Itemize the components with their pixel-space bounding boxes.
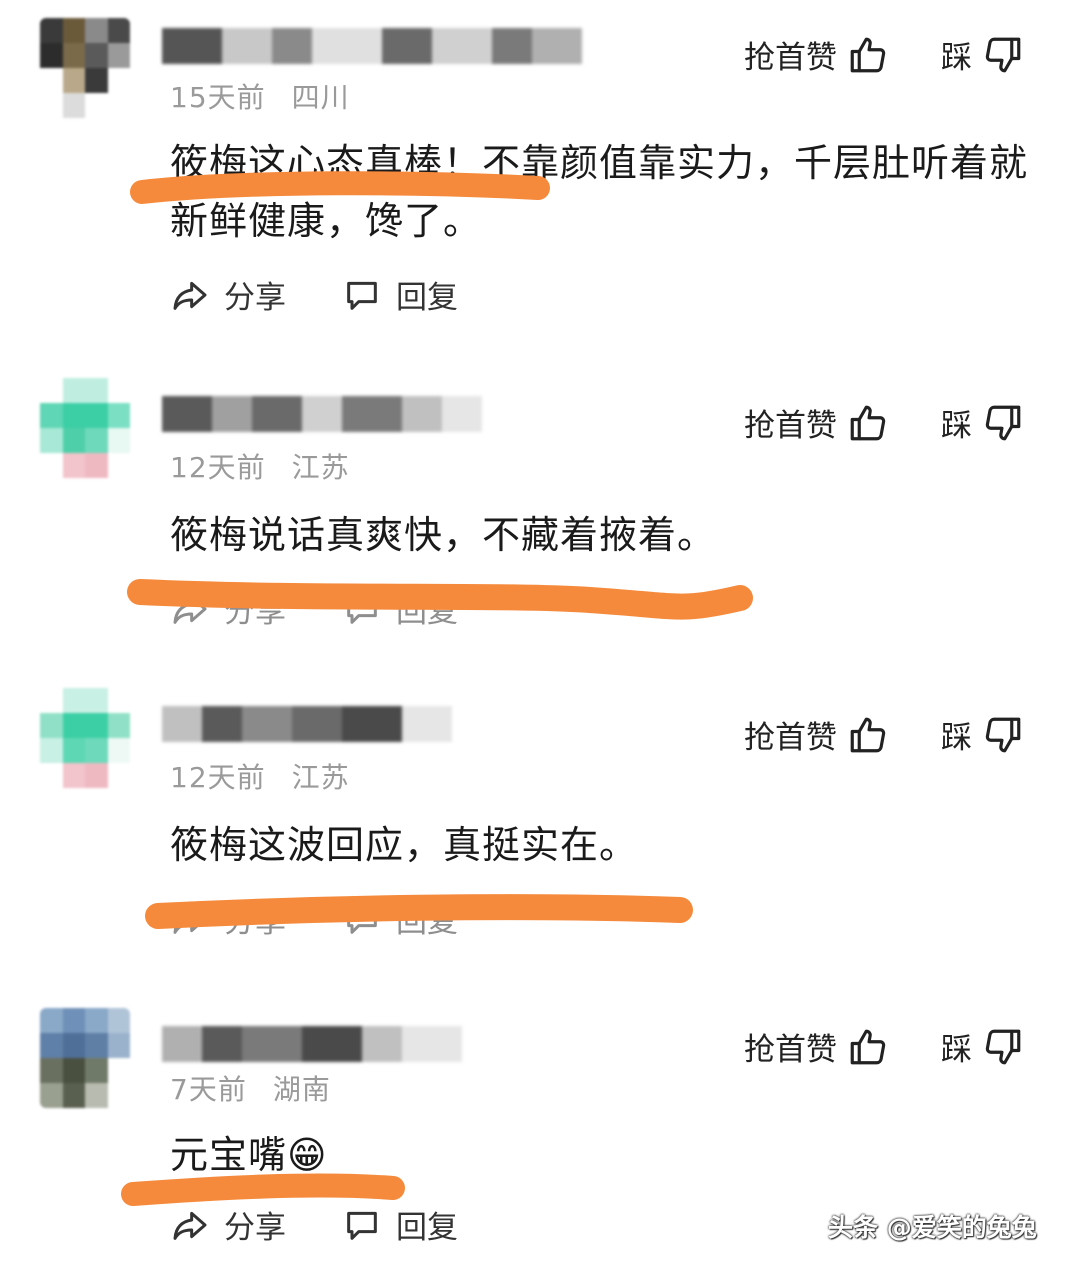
thumbs-down-icon[interactable]: [982, 34, 1024, 76]
share-arrow-icon[interactable]: [170, 1205, 210, 1245]
speech-bubble-icon[interactable]: [342, 1205, 382, 1245]
share-button[interactable]: 分享: [224, 1202, 286, 1247]
comment-text: 元宝嘴😁: [170, 1133, 328, 1177]
comment-location: 江苏: [291, 761, 350, 794]
share-button[interactable]: 分享: [224, 272, 286, 317]
comment-item: 12天前 江苏 抢首赞 踩 筱梅这波回应，真挺实在。 分享 回复: [0, 670, 1080, 970]
comment-text: 筱梅这心态真棒！不靠颜值靠实力，千层肚听着就新鲜健康，馋了。: [170, 141, 1029, 243]
comment-time: 7天前: [170, 1073, 247, 1106]
share-arrow-icon[interactable]: [170, 589, 210, 629]
comment-time: 12天前: [170, 451, 266, 484]
avatar[interactable]: [40, 1008, 130, 1108]
like-button[interactable]: 抢首赞: [744, 32, 837, 77]
reply-button[interactable]: 回复: [396, 1202, 458, 1247]
share-arrow-icon[interactable]: [170, 899, 210, 939]
watermark: 头条 @爱笑的兔兔: [828, 1213, 1037, 1242]
thumbs-down-icon[interactable]: [982, 402, 1024, 444]
comment-meta: 7天前 湖南: [170, 1068, 331, 1108]
thumbs-down-icon[interactable]: [982, 714, 1024, 756]
comment-reactions: 抢首赞 踩: [744, 1024, 1024, 1069]
thumbs-up-icon[interactable]: [847, 1026, 889, 1068]
share-arrow-icon[interactable]: [170, 275, 210, 315]
comment-meta: 12天前 江苏: [170, 446, 350, 486]
username-blurred[interactable]: [162, 1026, 462, 1062]
thumbs-up-icon[interactable]: [847, 402, 889, 444]
speech-bubble-icon[interactable]: [342, 589, 382, 629]
avatar[interactable]: [40, 18, 130, 118]
comment-meta: 12天前 江苏: [170, 756, 350, 796]
comment-meta: 15天前 四川: [170, 76, 350, 116]
comment-actions: 分享 回复: [170, 272, 458, 317]
comment-reactions: 抢首赞 踩: [744, 712, 1024, 757]
like-button[interactable]: 抢首赞: [744, 400, 837, 445]
avatar[interactable]: [40, 688, 130, 788]
dislike-button[interactable]: 踩: [941, 1024, 972, 1069]
share-button[interactable]: 分享: [224, 586, 286, 631]
thumbs-up-icon[interactable]: [847, 34, 889, 76]
share-button[interactable]: 分享: [224, 896, 286, 941]
speech-bubble-icon[interactable]: [342, 899, 382, 939]
username-blurred[interactable]: [162, 396, 482, 432]
dislike-button[interactable]: 踩: [941, 400, 972, 445]
comment-item: 12天前 江苏 抢首赞 踩 筱梅说话真爽快，不藏着掖着。 分享 回复: [0, 360, 1080, 660]
comment-time: 12天前: [170, 761, 266, 794]
avatar[interactable]: [40, 378, 130, 478]
comment-location: 湖南: [272, 1073, 331, 1106]
dislike-button[interactable]: 踩: [941, 32, 972, 77]
comment-actions: 分享 回复: [170, 1202, 458, 1247]
thumbs-up-icon[interactable]: [847, 714, 889, 756]
like-button[interactable]: 抢首赞: [744, 1024, 837, 1069]
reply-button[interactable]: 回复: [396, 272, 458, 317]
comment-text: 筱梅说话真爽快，不藏着掖着。: [170, 513, 717, 557]
comment-actions: 分享 回复: [170, 896, 458, 941]
reply-button[interactable]: 回复: [396, 896, 458, 941]
comment-location: 江苏: [291, 451, 350, 484]
like-button[interactable]: 抢首赞: [744, 712, 837, 757]
username-blurred[interactable]: [162, 28, 582, 64]
comment-reactions: 抢首赞 踩: [744, 400, 1024, 445]
comment-text: 筱梅这波回应，真挺实在。: [170, 823, 639, 867]
comment-reactions: 抢首赞 踩: [744, 32, 1024, 77]
comment-time: 15天前: [170, 81, 266, 114]
comment-location: 四川: [291, 81, 350, 114]
reply-button[interactable]: 回复: [396, 586, 458, 631]
comment-actions: 分享 回复: [170, 586, 458, 631]
dislike-button[interactable]: 踩: [941, 712, 972, 757]
speech-bubble-icon[interactable]: [342, 275, 382, 315]
thumbs-down-icon[interactable]: [982, 1026, 1024, 1068]
username-blurred[interactable]: [162, 706, 452, 742]
comment-item: 15天前 四川 抢首赞 踩 筱梅这心态真棒！不靠颜值靠实力，千层肚听着就新鲜健康，…: [0, 0, 1080, 340]
